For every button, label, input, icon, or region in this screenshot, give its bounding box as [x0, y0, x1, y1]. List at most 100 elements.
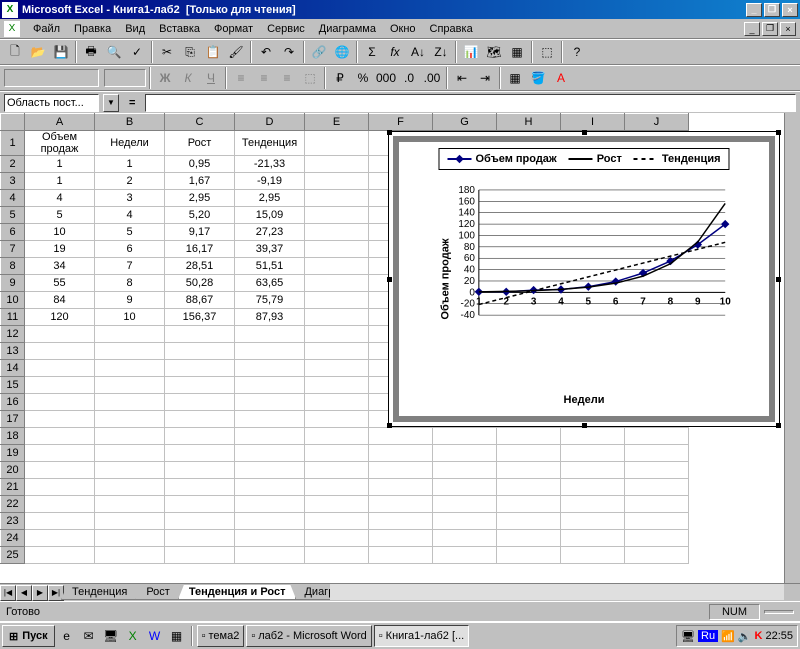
cell[interactable]	[165, 547, 235, 564]
cell[interactable]	[25, 326, 95, 343]
cell[interactable]: 16,17	[165, 241, 235, 258]
sheet-tab[interactable]: Тенденция и Рост	[178, 585, 297, 600]
cell[interactable]	[25, 479, 95, 496]
cell[interactable]	[305, 156, 369, 173]
align-left-button[interactable]: ≡	[230, 67, 252, 89]
cell[interactable]	[305, 326, 369, 343]
undo-button[interactable]: ↶	[255, 41, 277, 63]
cell[interactable]	[235, 496, 305, 513]
clock[interactable]: 22:55	[765, 630, 793, 642]
lang-indicator[interactable]: Ru	[698, 630, 718, 642]
cell[interactable]	[165, 513, 235, 530]
col-header-h[interactable]: H	[497, 114, 561, 131]
cell[interactable]	[305, 462, 369, 479]
cell[interactable]	[497, 462, 561, 479]
help-button[interactable]: ?	[566, 41, 588, 63]
cell[interactable]: 1	[25, 156, 95, 173]
doc-restore-button[interactable]: ❐	[762, 22, 778, 36]
cell[interactable]: 10	[25, 224, 95, 241]
cell[interactable]: 2,95	[165, 190, 235, 207]
cell[interactable]	[305, 190, 369, 207]
cell[interactable]	[561, 530, 625, 547]
resize-handle[interactable]	[776, 130, 781, 135]
print-button[interactable]: 🖶	[80, 41, 102, 63]
cell[interactable]: -21,33	[235, 156, 305, 173]
first-tab-button[interactable]: |◀	[0, 585, 16, 601]
resize-handle[interactable]	[387, 423, 392, 428]
cell[interactable]	[497, 547, 561, 564]
cell[interactable]: 0,95	[165, 156, 235, 173]
cell[interactable]: 1	[95, 156, 165, 173]
cell[interactable]	[235, 377, 305, 394]
cell[interactable]: 9	[95, 292, 165, 309]
save-button[interactable]: 💾	[50, 41, 72, 63]
map-button[interactable]: 🗺	[483, 41, 505, 63]
select-all-corner[interactable]	[1, 114, 25, 131]
minimize-button[interactable]: _	[746, 3, 762, 17]
col-header-j[interactable]: J	[625, 114, 689, 131]
cell[interactable]: 28,51	[165, 258, 235, 275]
fx-button[interactable]: fx	[384, 41, 406, 63]
inc-decimal-button[interactable]: .0	[398, 67, 420, 89]
cell[interactable]: Объем продаж	[25, 131, 95, 156]
row-header[interactable]: 6	[1, 224, 25, 241]
cell[interactable]	[561, 479, 625, 496]
pivot-button[interactable]: ▦	[506, 41, 528, 63]
ql-ie-icon[interactable]: e	[57, 626, 77, 646]
cell[interactable]: 9,17	[165, 224, 235, 241]
prev-tab-button[interactable]: ◀	[16, 585, 32, 601]
cell[interactable]	[305, 275, 369, 292]
system-tray[interactable]: 🖥 Ru 📶 🔊 K 22:55	[676, 625, 798, 647]
cell[interactable]: 87,93	[235, 309, 305, 326]
cell[interactable]	[165, 326, 235, 343]
cell[interactable]	[235, 343, 305, 360]
sheet-tab[interactable]: Тенденция	[61, 585, 138, 600]
menu-file[interactable]: Файл	[26, 21, 67, 37]
cell[interactable]	[25, 394, 95, 411]
cell[interactable]	[235, 513, 305, 530]
cell[interactable]	[369, 513, 433, 530]
font-select[interactable]	[4, 69, 99, 87]
comma-button[interactable]: 000	[375, 67, 397, 89]
sort-asc-button[interactable]: A↓	[407, 41, 429, 63]
row-header[interactable]: 22	[1, 496, 25, 513]
formula-input[interactable]	[145, 94, 796, 112]
cell[interactable]	[25, 343, 95, 360]
name-box[interactable]: Область пост...	[4, 94, 99, 112]
cell[interactable]	[235, 428, 305, 445]
percent-button[interactable]: %	[352, 67, 374, 89]
cell[interactable]	[305, 343, 369, 360]
task-button[interactable]: ▫тема2	[197, 625, 245, 647]
bold-button[interactable]: Ж	[154, 67, 176, 89]
cell[interactable]	[25, 513, 95, 530]
cell[interactable]	[95, 394, 165, 411]
cell[interactable]: 3	[95, 190, 165, 207]
menu-insert[interactable]: Вставка	[152, 21, 207, 37]
doc-close-button[interactable]: ×	[780, 22, 796, 36]
cell[interactable]	[305, 513, 369, 530]
row-header[interactable]: 1	[1, 131, 25, 156]
cell[interactable]	[305, 479, 369, 496]
cell[interactable]	[235, 547, 305, 564]
doc-minimize-button[interactable]: _	[744, 22, 760, 36]
cell[interactable]	[235, 445, 305, 462]
cell[interactable]	[25, 530, 95, 547]
chart-legend[interactable]: Объем продаж Рост Тенденция	[438, 148, 729, 170]
ql-app-icon[interactable]: ▦	[167, 626, 187, 646]
cell[interactable]	[305, 530, 369, 547]
tray-icon[interactable]: 📶	[721, 630, 735, 643]
cell[interactable]	[305, 547, 369, 564]
cell[interactable]	[561, 496, 625, 513]
col-header-i[interactable]: I	[561, 114, 625, 131]
resize-handle[interactable]	[387, 130, 392, 135]
fill-color-button[interactable]: 🪣	[527, 67, 549, 89]
cell[interactable]	[433, 445, 497, 462]
cell[interactable]	[305, 224, 369, 241]
cell[interactable]: 5,20	[165, 207, 235, 224]
next-tab-button[interactable]: ▶	[32, 585, 48, 601]
cell[interactable]: 5	[25, 207, 95, 224]
chart-button[interactable]: 📊	[460, 41, 482, 63]
cell[interactable]	[433, 530, 497, 547]
cell[interactable]	[25, 496, 95, 513]
cell[interactable]	[165, 343, 235, 360]
